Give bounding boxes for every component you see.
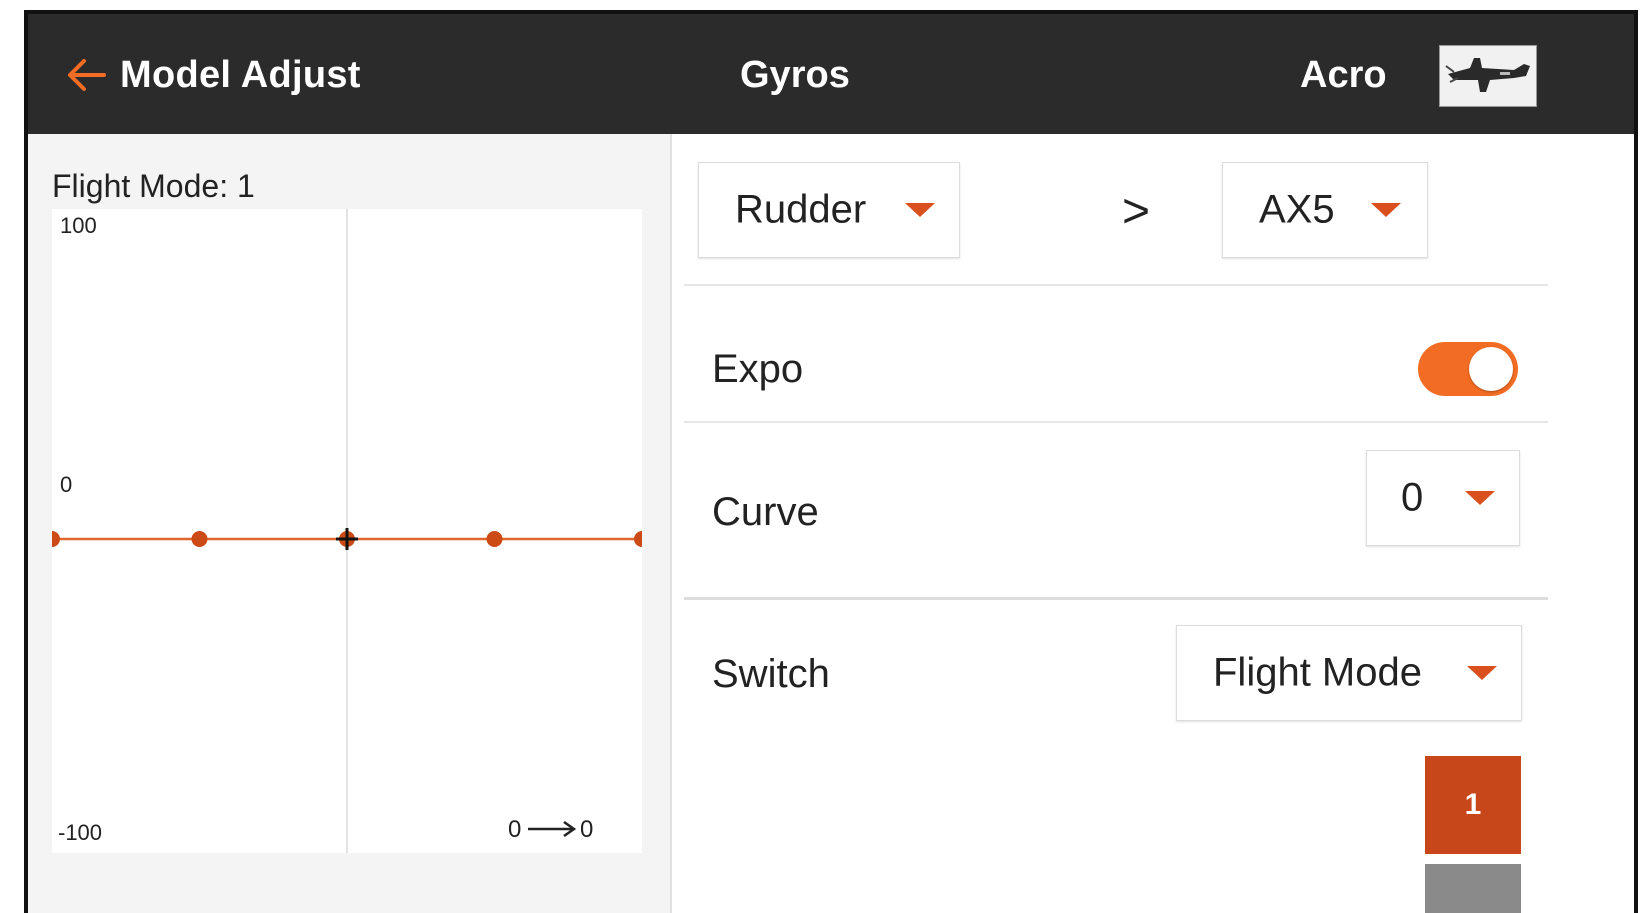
target-dropdown-value: AX5 [1259,187,1335,232]
top-bar: Model Adjust Gyros Acro [28,14,1634,134]
divider [684,284,1548,286]
chevron-down-icon [1371,203,1401,217]
y-tick-label: -100 [58,820,102,845]
curve-dropdown[interactable]: 0 [1366,450,1520,546]
airplane-icon [1445,58,1530,92]
app-window: Model Adjust Gyros Acro Flight Mode: 1 1… [24,10,1638,913]
settings-panel: Rudder > AX5 Expo Curve 0 Switch Flight … [672,134,1634,913]
y-tick-label: 0 [60,472,72,497]
source-dropdown-value: Rudder [735,187,867,232]
chevron-down-icon [1467,666,1497,680]
chevron-down-icon [1465,491,1495,505]
back-button-label[interactable]: Model Adjust [120,54,361,97]
switch-label: Switch [712,652,830,696]
divider [684,597,1548,600]
curve-label: Curve [712,490,819,534]
model-image[interactable] [1439,45,1537,107]
back-arrow-icon[interactable] [66,58,106,92]
flight-mode-button-2[interactable] [1425,864,1521,913]
model-name: Acro [1300,54,1387,96]
switch-dropdown-value: Flight Mode [1213,650,1422,695]
expo-label: Expo [712,347,804,391]
screen-title: Gyros [740,54,850,96]
source-dropdown[interactable]: Rudder [698,162,960,258]
toggle-knob [1469,347,1513,391]
curve-dropdown-value: 0 [1401,475,1424,520]
readout-input: 0 [508,816,521,843]
switch-dropdown[interactable]: Flight Mode [1176,625,1522,721]
divider [684,421,1548,423]
chevron-down-icon [905,203,935,217]
curve-preview-panel: Flight Mode: 1 100 0 -100 0 0 [28,134,672,913]
readout-output: 0 [580,816,593,843]
curve-point [191,531,208,547]
flight-mode-button-1[interactable]: 1 [1425,756,1521,854]
expo-toggle[interactable] [1418,342,1518,396]
y-tick-label: 100 [60,213,97,238]
curve-chart: 100 0 -100 0 0 [52,209,642,853]
curve-point [486,531,503,547]
target-dropdown[interactable]: AX5 [1222,162,1428,258]
mapping-symbol: > [1122,185,1151,238]
flight-mode-label: Flight Mode: 1 [52,168,255,204]
flight-mode-button-label: 1 [1464,788,1482,821]
